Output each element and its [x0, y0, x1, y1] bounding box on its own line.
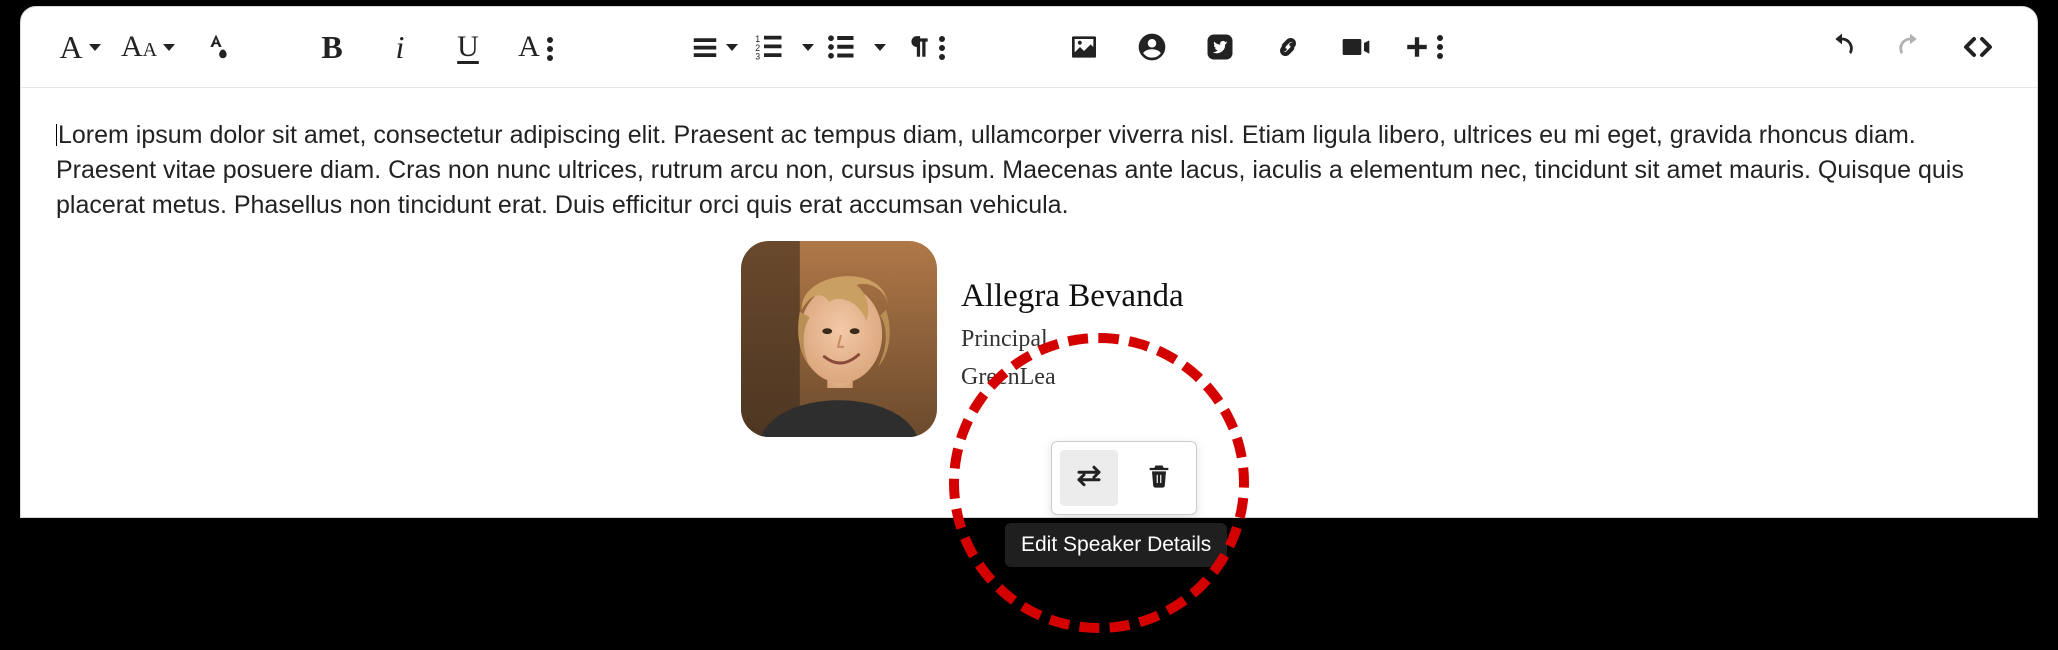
- paragraph-text-value: Lorem ipsum dolor sit amet, consectetur …: [56, 121, 1964, 219]
- unordered-list-dropdown[interactable]: [820, 19, 892, 75]
- text-color-button[interactable]: [182, 19, 250, 75]
- svg-text:3: 3: [755, 52, 760, 62]
- speaker-avatar: [741, 241, 937, 437]
- speaker-organization: GreenLea: [961, 361, 1184, 395]
- code-icon: [1962, 31, 1994, 63]
- more-rich-button[interactable]: [1390, 19, 1458, 75]
- align-icon: [690, 32, 720, 62]
- font-family-glyph: A: [59, 31, 82, 63]
- chevron-down-icon: [89, 44, 101, 51]
- speaker-context-popup: [1051, 441, 1197, 515]
- align-dropdown[interactable]: [680, 19, 748, 75]
- delete-speaker-button[interactable]: [1130, 450, 1188, 506]
- redo-icon: [1894, 31, 1926, 63]
- undo-button[interactable]: [1808, 19, 1876, 75]
- edit-speaker-button[interactable]: [1060, 450, 1118, 506]
- more-paragraph-button[interactable]: [892, 19, 960, 75]
- person-circle-icon: [1136, 31, 1168, 63]
- chevron-down-icon: [874, 44, 886, 51]
- unordered-list-icon: [826, 32, 856, 62]
- code-view-button[interactable]: [1944, 19, 2012, 75]
- ordered-list-icon: 123: [754, 32, 784, 62]
- video-icon: [1340, 31, 1372, 63]
- paragraph-text: Lorem ipsum dolor sit amet, consectetur …: [56, 118, 2002, 223]
- undo-icon: [1826, 31, 1858, 63]
- speaker-name: Allegra Bevanda: [961, 273, 1184, 319]
- more-text-icon: A: [518, 32, 554, 62]
- speaker-meta: Allegra Bevanda Principal GreenLea: [961, 241, 1184, 394]
- rich-text-editor: A AA B i: [20, 6, 2038, 518]
- link-icon: [1272, 31, 1304, 63]
- editor-toolbar: A AA B i: [21, 7, 2037, 88]
- image-icon: [1068, 31, 1100, 63]
- insert-person-button[interactable]: [1118, 19, 1186, 75]
- plus-icon: [1404, 34, 1444, 60]
- chevron-down-icon: [802, 44, 814, 51]
- font-family-dropdown[interactable]: A: [46, 19, 114, 75]
- bold-button[interactable]: B: [298, 19, 366, 75]
- tooltip-text: Edit Speaker Details: [1021, 533, 1211, 556]
- redo-button[interactable]: [1876, 19, 1944, 75]
- speaker-block[interactable]: Allegra Bevanda Principal GreenLea: [741, 241, 2002, 437]
- speaker-role: Principal: [961, 323, 1184, 357]
- bold-icon: B: [321, 31, 342, 63]
- paragraph-icon: [906, 33, 946, 61]
- editor-content-area[interactable]: Lorem ipsum dolor sit amet, consectetur …: [21, 88, 2037, 467]
- insert-link-button[interactable]: [1254, 19, 1322, 75]
- insert-video-button[interactable]: [1322, 19, 1390, 75]
- more-text-button[interactable]: A: [502, 19, 570, 75]
- text-color-icon: [201, 32, 231, 62]
- ordered-list-dropdown[interactable]: 123: [748, 19, 820, 75]
- underline-button[interactable]: U: [434, 19, 502, 75]
- tooltip: Edit Speaker Details: [1005, 523, 1227, 567]
- text-cursor: [56, 124, 57, 146]
- insert-social-button[interactable]: [1186, 19, 1254, 75]
- trash-icon: [1145, 462, 1173, 495]
- swap-horizontal-icon: [1074, 461, 1104, 496]
- underline-icon: U: [457, 32, 479, 62]
- chevron-down-icon: [163, 44, 175, 51]
- italic-button[interactable]: i: [366, 19, 434, 75]
- italic-icon: i: [396, 31, 405, 63]
- chevron-down-icon: [726, 44, 738, 51]
- insert-image-button[interactable]: [1050, 19, 1118, 75]
- font-size-dropdown[interactable]: AA: [114, 19, 182, 75]
- twitter-icon: [1205, 32, 1235, 62]
